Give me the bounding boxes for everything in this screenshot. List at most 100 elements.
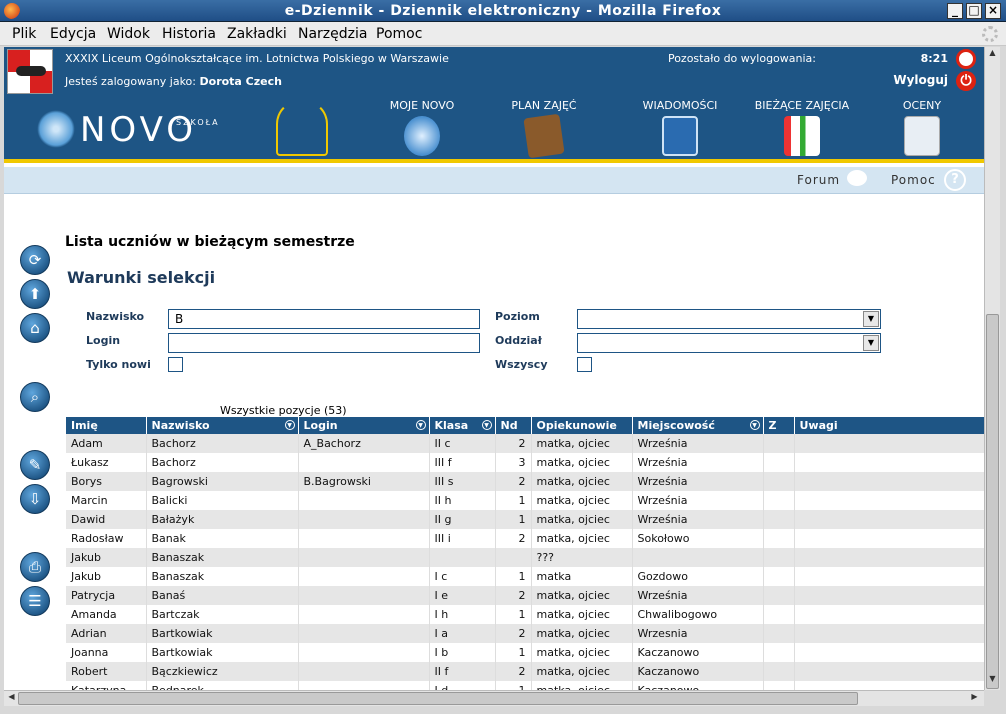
col-nd[interactable]: Nd	[495, 417, 532, 434]
alarm-clock-icon	[956, 49, 976, 69]
table-row[interactable]: Patrycja Banaś I e 2 matka, ojciec Września	[66, 586, 984, 605]
cell-klasa: III i	[429, 529, 496, 548]
cell-login	[297, 491, 430, 510]
menu-widok[interactable]: Widok	[107, 26, 150, 42]
horizontal-scrollbar[interactable]: ◀ ▶	[4, 690, 984, 706]
cell-klasa: I h	[429, 605, 496, 624]
nazwisko-input[interactable]	[168, 309, 480, 329]
table-row[interactable]: Łukasz Bachorz III f 3 matka, ojciec Września	[66, 453, 984, 472]
table-row[interactable]: Dawid Bałażyk II g 1 matka, ojciec Września	[66, 510, 984, 529]
help-icon[interactable]: ?	[944, 169, 966, 191]
cell-login	[297, 529, 430, 548]
table-row[interactable]: Marcin Balicki II h 1 matka, ojciec Września	[66, 491, 984, 510]
cell-z	[763, 586, 795, 605]
sort-icon: ▼	[284, 420, 295, 430]
table-row[interactable]: Jakub Banaszak I c 1 matka Gozdowo	[66, 567, 984, 586]
cell-opiekunowie: matka, ojciec	[531, 434, 633, 453]
menu-historia[interactable]: Historia	[162, 26, 216, 42]
table-row[interactable]: KatarzynaBednarek I d1matka, ojciecKaczan…	[66, 681, 984, 690]
cell-login	[297, 548, 430, 567]
table-row[interactable]: Adam Bachorz A_Bachorz II c 2 matka, ojciec Wr…	[66, 434, 984, 453]
table-row[interactable]: Joanna Bartkowiak I b 1 matka, ojciec Kaczano…	[66, 643, 984, 662]
search-icon[interactable]: ⌕	[20, 382, 50, 412]
scroll-left-icon[interactable]: ◀	[5, 692, 18, 705]
table-row[interactable]: Adrian Bartkowiak I a 2 matka, ojciec Wrzesni…	[66, 624, 984, 643]
scroll-right-icon[interactable]: ▶	[968, 692, 981, 705]
cell-nd: 1	[495, 643, 532, 662]
scroll-thumb[interactable]	[18, 692, 858, 705]
menu-pomoc[interactable]: Pomoc	[376, 26, 422, 42]
col-login[interactable]: Login ▼	[297, 417, 430, 434]
edit-icon[interactable]: ✎	[20, 450, 50, 480]
col-opiekunowie[interactable]: Opiekunowie	[531, 417, 633, 434]
table-row[interactable]: Robert Bączkiewicz II f 2 matka, ojciec Kacza…	[66, 662, 984, 681]
sort-icon: ▼	[481, 420, 492, 430]
cell-miejscowosc: Kaczanowo	[632, 662, 764, 681]
nav-oceny[interactable]: OCENY	[890, 99, 954, 156]
tylko-nowi-checkbox[interactable]	[168, 357, 183, 372]
scroll-down-icon[interactable]: ▼	[986, 674, 999, 688]
col-uwagi[interactable]: Uwagi	[794, 417, 984, 434]
poziom-select[interactable]: ▼	[577, 309, 881, 329]
help-link[interactable]: Pomoc	[891, 173, 936, 187]
menu-zakladki[interactable]: Zakładki	[227, 26, 287, 42]
table-row[interactable]: Radosław Banak III i 2 matka, ojciec Sokołowo	[66, 529, 984, 548]
col-imie[interactable]: Imię	[66, 417, 147, 434]
nav-biezace-zajecia[interactable]: BIEŻĄCE ZAJĘCIA	[752, 99, 852, 156]
cell-nazwisko: Banaszak	[146, 548, 299, 567]
cell-miejscowosc: Września	[632, 434, 764, 453]
minimize-button[interactable]: _	[947, 3, 963, 19]
col-nazwisko[interactable]: Nazwisko ▼	[146, 417, 299, 434]
login-input[interactable]	[168, 333, 480, 353]
cell-login	[297, 662, 430, 681]
cell-z	[763, 491, 795, 510]
table-row[interactable]: Jakub Banaszak???	[66, 548, 984, 567]
cell-uwagi	[794, 643, 984, 662]
table-row[interactable]: Borys Bagrowski B.Bagrowski III s 2 matka, oj…	[66, 472, 984, 491]
main-nav: NOVO SZKOŁA MOJE NOVO PLAN ZAJĘĆ WIADOMO…	[4, 96, 984, 163]
logout-link[interactable]: Wyloguj	[893, 73, 948, 87]
home-icon[interactable]: ⌂	[20, 313, 50, 343]
oddzial-select[interactable]: ▼	[577, 333, 881, 353]
maximize-button[interactable]: □	[966, 3, 982, 19]
close-button[interactable]: ×	[985, 3, 1001, 19]
brand-logo[interactable]: NOVO	[80, 110, 197, 150]
nav-wiadomosci[interactable]: WIADOMOŚCI	[640, 99, 720, 156]
cell-nd: 2	[495, 472, 532, 491]
nav-moje-novo[interactable]: MOJE NOVO	[382, 99, 462, 156]
cell-miejscowosc: Chwalibogowo	[632, 605, 764, 624]
arrow-up-icon[interactable]: ⬆	[20, 279, 50, 309]
cell-uwagi	[794, 624, 984, 643]
col-klasa[interactable]: Klasa ▼	[429, 417, 496, 434]
wiadomosci-icon	[662, 116, 698, 156]
scroll-thumb[interactable]	[986, 314, 999, 689]
col-z[interactable]: Z	[763, 417, 795, 434]
scroll-up-icon[interactable]: ▲	[986, 48, 999, 62]
menu-plik[interactable]: Plik	[12, 26, 36, 42]
cell-nazwisko: Bartkowiak	[146, 624, 299, 643]
report-icon[interactable]: ☰	[20, 586, 50, 616]
col-miejscowosc[interactable]: Miejscowość ▼	[632, 417, 764, 434]
refresh-icon[interactable]: ⟳	[20, 245, 50, 275]
cell-login: A_Bachorz	[297, 434, 430, 453]
cell-login	[297, 510, 430, 529]
power-icon[interactable]: ⏻	[956, 71, 976, 91]
vertical-scrollbar[interactable]: ▲ ▼	[984, 47, 1000, 690]
cell-opiekunowie: matka, ojciec	[531, 453, 633, 472]
nav-plan-zajec[interactable]: PLAN ZAJĘĆ	[504, 99, 584, 159]
import-icon[interactable]: ⇩	[20, 484, 50, 514]
cell-klasa	[429, 548, 496, 567]
cell-klasa: III f	[429, 453, 496, 472]
menu-narzedzia[interactable]: Narzędzia	[298, 26, 367, 42]
forum-link[interactable]: Forum	[797, 173, 840, 187]
cell-nazwisko: Bachorz	[146, 453, 299, 472]
menu-edycja[interactable]: Edycja	[50, 26, 96, 42]
cell-opiekunowie: matka, ojciec	[531, 491, 633, 510]
wszyscy-checkbox[interactable]	[577, 357, 592, 372]
cell-login: B.Bagrowski	[297, 472, 430, 491]
table-row[interactable]: Amanda Bartczak I h 1 matka, ojciec Chwalibog…	[66, 605, 984, 624]
print-icon[interactable]: ⎙	[20, 552, 50, 582]
page-title: Lista uczniów w bieżącym semestrze	[65, 234, 355, 250]
window-titlebar: e-Dziennik - Dziennik elektroniczny - Mo…	[0, 0, 1006, 22]
speech-bubble-icon[interactable]	[847, 170, 867, 186]
